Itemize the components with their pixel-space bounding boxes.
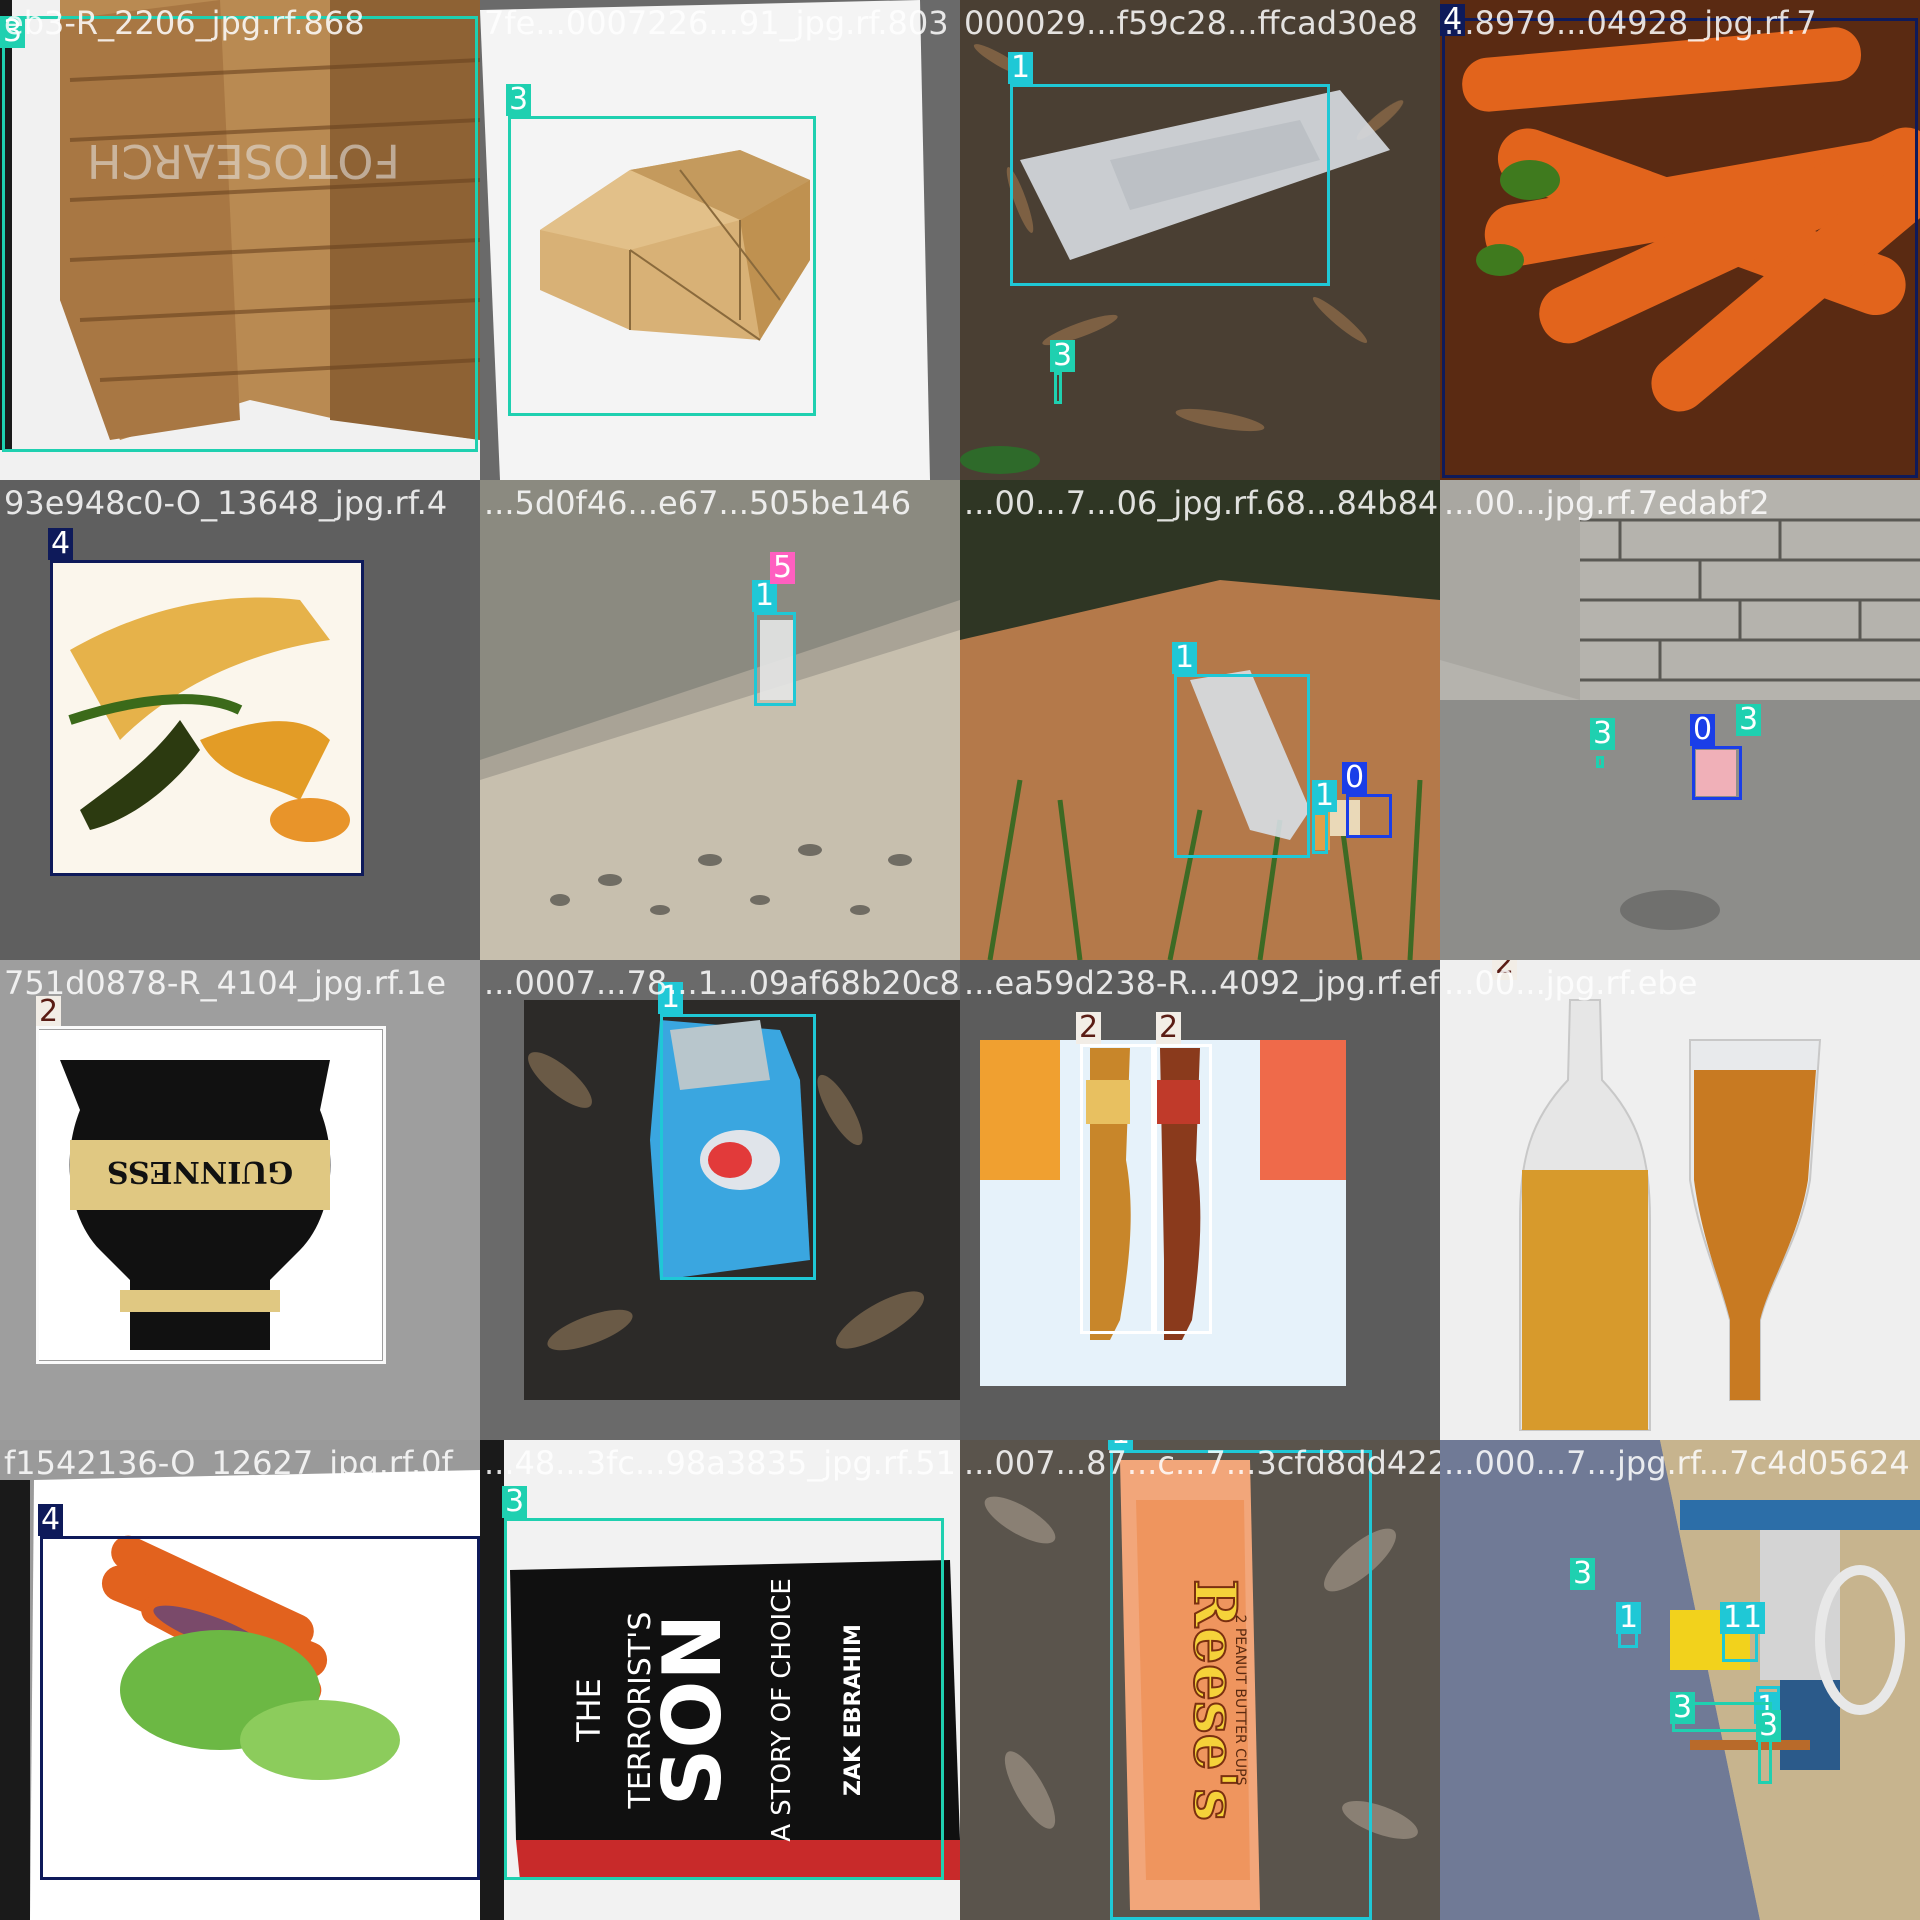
tile-book[interactable]: THE TERRORIST'S SON A STORY OF CHOICE ZA… [480,1440,960,1920]
tile-sand-beach[interactable]: 1 5 ...5d0f46...e67...505be146 [480,480,960,960]
bbox-tag: 3 [1670,1692,1696,1724]
tile-cardboard-stack[interactable]: FOTOSEARCH 3 eb3-R_2206_jpg.rf.868 [0,0,480,480]
tile-banana-peel[interactable]: 4 93e948c0-O_13648_jpg.rf.4 [0,480,480,960]
bbox-class-0 [1692,746,1742,800]
tile-blue-wrapper[interactable]: 1 ...0007...78...1...09af68b20c84 [480,960,960,1440]
bbox-tag: 3 [502,1486,528,1518]
bbox-class-1 [1174,674,1310,858]
bbox-class-1 [660,1014,816,1280]
brick-wall-image [1440,480,1920,960]
bbox-tag: 3 [1050,340,1076,372]
tile-carrots[interactable]: 4 ...8979...04928_jpg.rf.7 [1440,0,1920,480]
bbox-tag: 2 [1156,1012,1182,1044]
bbox-tag: 1 [1616,1602,1642,1634]
bbox-tag: 4 [48,528,74,560]
bbox-class-3 [2,16,478,452]
bbox-tag: 4 [1440,4,1466,36]
bbox-tag: 3 [1756,1710,1782,1742]
bbox-tag: 2 [1492,960,1518,980]
bbox-tag: 1 [1172,642,1198,674]
street-scene-image [1440,1440,1920,1920]
tile-origami-box[interactable]: 3 7fe...0007226...91_jpg.rf.803 [480,0,960,480]
bbox-tag: 1 [1312,780,1338,812]
tile-two-beer-bottles[interactable]: 2 2 ...ea59d238-R...4092_jpg.rf.ef [960,960,1440,1440]
bbox-class-4 [1442,18,1918,478]
bbox-tag: 5 [770,552,796,584]
sand-beach-image [480,480,960,960]
tile-bottle-and-glass[interactable]: 2 ...00...jpg.rf.ebe [1440,960,1920,1440]
bbox-class-3 [1054,372,1062,404]
bbox-tag: 1 [1740,1602,1766,1634]
mosaic-grid: FOTOSEARCH 3 eb3-R_2206_jpg.rf.868 3 7fe… [0,0,1920,1920]
bbox-class-3 [1596,756,1604,768]
tile-street-scene[interactable]: 3 1 1 1 1 3 3 ...000...7...jpg.rf...7c4d… [1440,1440,1920,1920]
bbox-class-3 [508,116,816,416]
bbox-class-3 [504,1518,944,1880]
tile-bottle-grass[interactable]: 1 1 0 ...00...7...06_jpg.rf.68...84b8472… [960,480,1440,960]
bbox-tag: 1 [1008,52,1034,84]
bbox-tag: 3 [506,84,532,116]
bbox-tag: 3 [1590,718,1616,750]
bbox-tag: 2 [36,996,62,1028]
tile-brick-wall[interactable]: 3 0 3 ...00...jpg.rf.7edabf2 [1440,480,1920,960]
bbox-tag: 0 [1690,714,1716,746]
bbox-class-1 [754,612,796,706]
bbox-tag: 1 [658,982,684,1014]
bbox-class-1 [1110,1450,1372,1920]
bbox-tag: 3 [1570,1558,1596,1590]
bbox-class-1 [1010,84,1330,286]
bottle-and-glass-image [1440,960,1920,1440]
tile-guinness-bottle[interactable]: GUINNESS 2 751d0878-R_4104_jpg.rf.1e [0,960,480,1440]
tile-plastic-tray[interactable]: 1 3 000029...f59c28...ffcad30e8 [960,0,1440,480]
bbox-tag: 3 [0,16,26,48]
bbox-tag: 0 [1342,762,1368,794]
tile-carrot-bunch[interactable]: 4 f1542136-O_12627_jpg.rf.0f [0,1440,480,1920]
bbox-class-4 [40,1536,480,1880]
bbox-tag: 3 [1736,704,1762,736]
bbox-class-2 [1154,1044,1212,1334]
tile-reeses-wrapper[interactable]: Reese's 2 PEANUT BUTTER CUPS 1 ...007...… [960,1440,1440,1920]
bbox-class-4 [50,560,364,876]
bbox-class-2 [36,1026,386,1364]
bbox-tag: 2 [1076,1012,1102,1044]
bbox-class-1 [1312,812,1328,854]
bbox-tag: 1 [1108,1440,1134,1450]
bbox-class-2 [1080,1044,1154,1334]
bbox-tag: 4 [38,1504,64,1536]
bbox-class-0 [1346,794,1392,838]
